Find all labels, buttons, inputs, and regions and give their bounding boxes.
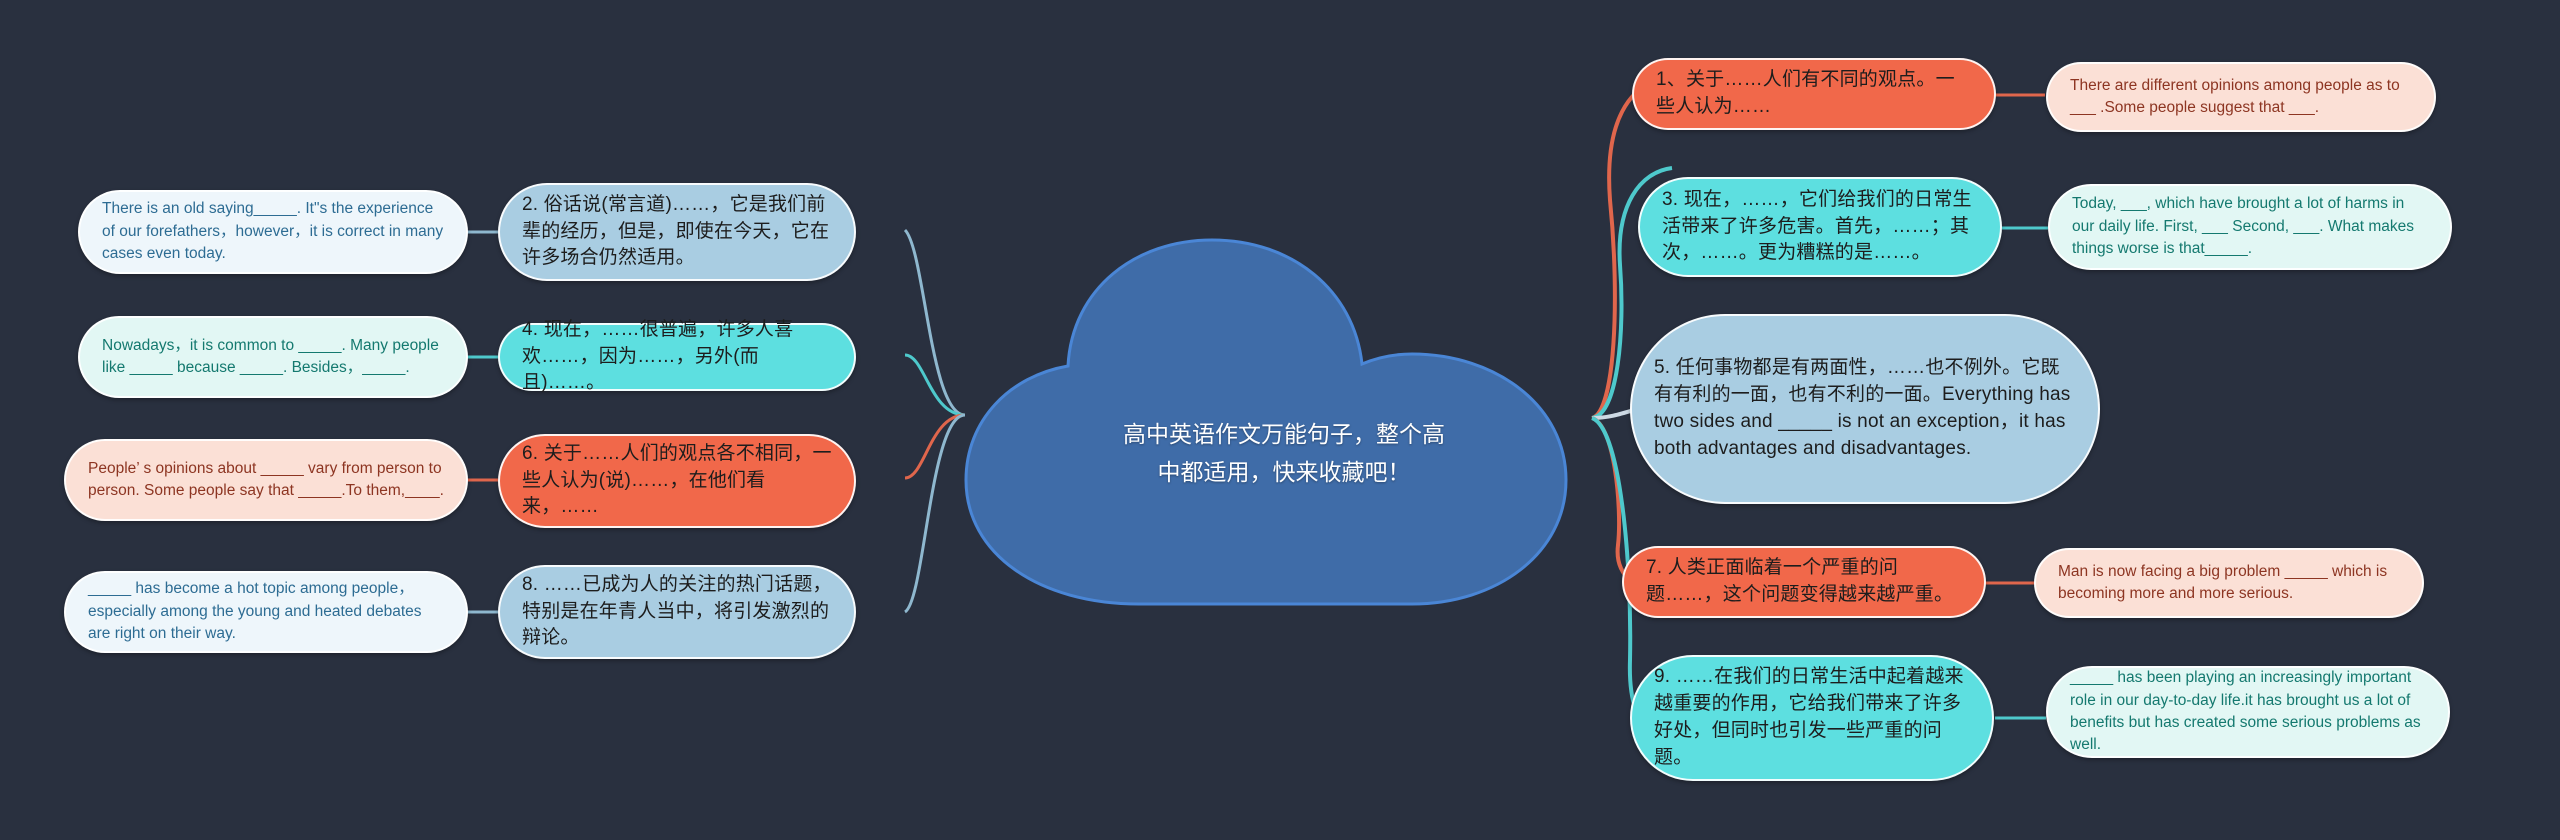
node-en-9[interactable]: _____ has been playing an increasingly i…	[2046, 666, 2450, 758]
node-en-8[interactable]: _____ has become a hot topic among peopl…	[64, 571, 468, 653]
node-cn-1[interactable]: 1、关于……人们有不同的观点。一些人认为……	[1632, 58, 1996, 130]
node-cn-2[interactable]: 2. 俗话说(常言道)……，它是我们前辈的经历，但是，即使在今天，它在许多场合仍…	[498, 183, 856, 281]
node-cn-8-text: 8. ……已成为人的关注的热门话题，特别是在年青人当中，将引发激烈的辩论。	[522, 573, 832, 649]
node-cn-7[interactable]: 7. 人类正面临着一个严重的问题……，这个问题变得越来越严重。	[1622, 546, 1986, 618]
node-cn-4[interactable]: 4. 现在，……很普遍，许多人喜欢……，因为……，另外(而且)……。	[498, 319, 856, 393]
center-cloud[interactable]: 高中英语作文万能句子，整个高中都适用，快来收藏吧！	[944, 232, 1624, 612]
node-cn-4-text: 4. 现在，……很普遍，许多人喜欢……，因为……，另外(而且)……。	[522, 318, 794, 394]
cloud-shape	[964, 238, 1568, 606]
node-en-2-text: There is an old saying_____. It"s the ex…	[102, 200, 444, 263]
mindmap-canvas: 高中英语作文万能句子，整个高中都适用，快来收藏吧！ 2. 俗话说(常言道)……，…	[0, 0, 2560, 840]
node-cn-6[interactable]: 6. 关于……人们的观点各不相同，一些人认为(说)……，在他们看来，……	[498, 434, 856, 528]
node-cn-9[interactable]: 9. ……在我们的日常生活中起着越来越重要的作用，它给我们带来了许多好处，但同时…	[1630, 655, 1994, 781]
node-cn-9-text: 9. ……在我们的日常生活中起着越来越重要的作用，它给我们带来了许多好处，但同时…	[1654, 666, 1964, 768]
node-en-7-text: Man is now facing a big problem _____ wh…	[2058, 562, 2388, 602]
node-cn-3-text: 3. 现在，……，它们给我们的日常生活带来了许多危害。首先，……；其次，……。更…	[1662, 188, 1972, 264]
node-en-4-text: Nowadays，it is common to _____. Many peo…	[102, 336, 439, 376]
node-en-6-text: People’ s opinions about _____ vary from…	[88, 459, 444, 499]
node-en-8-text: _____ has become a hot topic among peopl…	[88, 580, 422, 643]
node-cn-8[interactable]: 8. ……已成为人的关注的热门话题，特别是在年青人当中，将引发激烈的辩论。	[498, 565, 856, 659]
node-cn-3[interactable]: 3. 现在，……，它们给我们的日常生活带来了许多危害。首先，……；其次，……。更…	[1638, 177, 2002, 277]
node-en-3[interactable]: Today, ___, which have brought a lot of …	[2048, 184, 2452, 270]
node-cn-5-text: 5. 任何事物都是有两面性，……也不例外。它既有有利的一面，也有不利的一面。Ev…	[1654, 357, 2071, 459]
node-cn-2-text: 2. 俗话说(常言道)……，它是我们前辈的经历，但是，即使在今天，它在许多场合仍…	[522, 193, 830, 269]
node-en-6[interactable]: People’ s opinions about _____ vary from…	[64, 439, 468, 521]
node-en-4[interactable]: Nowadays，it is common to _____. Many peo…	[78, 316, 468, 398]
node-en-7[interactable]: Man is now facing a big problem _____ wh…	[2034, 548, 2424, 618]
node-en-3-text: Today, ___, which have brought a lot of …	[2072, 195, 2415, 258]
node-en-2[interactable]: There is an old saying_____. It"s the ex…	[78, 190, 468, 274]
node-cn-5[interactable]: 5. 任何事物都是有两面性，……也不例外。它既有有利的一面，也有不利的一面。Ev…	[1630, 314, 2100, 504]
node-en-9-text: _____ has been playing an increasingly i…	[2070, 669, 2421, 754]
node-en-1[interactable]: There are different opinions among peopl…	[2046, 62, 2436, 132]
node-cn-1-text: 1、关于……人们有不同的观点。一些人认为……	[1656, 69, 1955, 117]
node-cn-6-text: 6. 关于……人们的观点各不相同，一些人认为(说)……，在他们看来，……	[522, 442, 832, 518]
node-en-1-text: There are different opinions among peopl…	[2070, 76, 2400, 116]
node-cn-7-text: 7. 人类正面临着一个严重的问题……，这个问题变得越来越严重。	[1646, 557, 1954, 605]
